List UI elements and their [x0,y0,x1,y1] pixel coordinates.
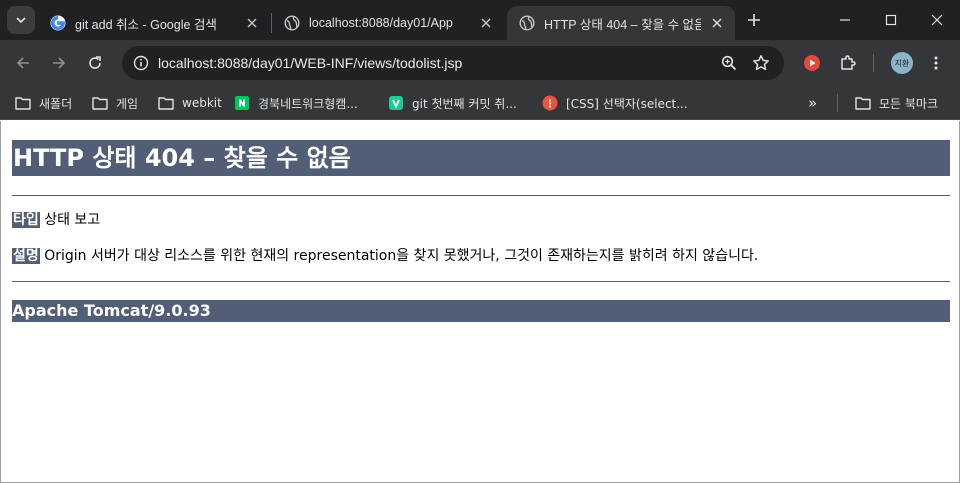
bookmark-folder[interactable]: 게임 [92,91,138,115]
star-icon[interactable] [751,53,771,73]
chevron-down-icon [16,17,26,24]
new-tab-button[interactable] [742,8,766,32]
bookmark-label: 모든 북마크 [879,96,939,111]
zoom-icon[interactable] [719,53,739,73]
extensions-button[interactable] [835,50,861,76]
address-bar[interactable]: localhost:8088/day01/WEB-INF/views/todol… [122,46,784,80]
description-value: Origin 서버가 대상 리소스를 위한 현재의 representation… [44,248,759,264]
close-icon[interactable] [478,15,494,31]
tab-title: localhost:8088/day01/App [309,16,453,30]
close-icon [931,14,943,26]
minimize-icon [840,19,850,21]
google-icon [50,15,66,31]
naver-icon [234,95,250,111]
minimize-button[interactable] [822,0,868,40]
type-row: 타입 상태 보고 [12,210,100,230]
maximize-icon [885,14,897,26]
reload-icon [89,56,101,69]
bookmark-label: 경북네트워크형캠... [258,96,358,111]
site-info-icon[interactable] [130,52,152,74]
bookmarks-overflow-button[interactable]: » [808,91,817,115]
tab-title: HTTP 상태 404 – 찾을 수 없음 [544,17,701,32]
arrow-left-icon [16,57,29,69]
description-row: 설명 Origin 서버가 대상 리소스를 위한 현재의 representat… [12,246,758,266]
bookmark-label: 게임 [116,96,139,111]
toolbar-divider [873,54,874,72]
globe-icon [519,15,535,31]
record-extension-icon [804,55,820,71]
folder-icon [15,95,31,111]
tab-search-button[interactable] [7,6,35,34]
url-text[interactable]: localhost:8088/day01/WEB-INF/views/todol… [158,46,462,80]
bookmark-folder[interactable]: webkit [158,91,222,115]
type-value: 상태 보고 [44,212,101,228]
velog-icon [388,95,404,111]
bookmark-link[interactable]: 경북네트워크형캠... [234,91,358,115]
bookmark-label: [CSS] 선택자(select... [566,96,688,111]
close-window-button[interactable] [914,0,960,40]
tab-google-search[interactable]: git add 취소 - Google 검색 [38,6,270,40]
maximize-button[interactable] [868,0,914,40]
bookmarks-divider [837,94,838,112]
bookmark-link[interactable]: git 첫번째 커밋 취... [388,91,517,115]
divider [12,195,950,196]
page-content: HTTP 상태 404 – 찾을 수 없음 타입 상태 보고 설명 Origin… [0,121,960,483]
globe-icon [284,15,300,31]
browser-toolbar: localhost:8088/day01/WEB-INF/views/todol… [0,40,960,86]
bookmark-label: 새폴더 [39,96,73,111]
server-footer: Apache Tomcat/9.0.93 [12,300,950,322]
more-vert-icon [934,56,938,70]
close-icon[interactable] [244,15,260,31]
tab-localhost-app[interactable]: localhost:8088/day01/App [272,6,504,40]
type-label: 타입 [12,212,40,228]
bookmarks-bar: 새폴더 게임 webkit 경북네트워크형캠... git 첫번째 커밋 취..… [0,86,960,120]
menu-button[interactable] [923,50,949,76]
puzzle-icon [841,55,856,70]
close-icon[interactable] [709,15,725,31]
bookmark-label: webkit [182,96,222,110]
forward-button[interactable] [45,49,73,77]
error-heading: HTTP 상태 404 – 찾을 수 없음 [12,140,950,176]
tab-http-404[interactable]: HTTP 상태 404 – 찾을 수 없음 [507,6,735,40]
folder-icon [92,95,108,111]
tistory-icon [542,95,558,111]
arrow-right-icon [53,57,66,69]
extension-record-button[interactable] [799,50,825,76]
divider [12,281,950,282]
reload-button[interactable] [81,49,109,77]
description-label: 설명 [12,248,40,264]
bookmark-label: git 첫번째 커밋 취... [412,96,517,111]
tab-title: git add 취소 - Google 검색 [75,17,217,32]
profile-avatar[interactable]: 지환 [891,52,913,74]
folder-icon [855,95,871,111]
bookmark-folder[interactable]: 새폴더 [15,91,72,115]
back-button[interactable] [9,49,37,77]
all-bookmarks-folder[interactable]: 모든 북마크 [855,91,938,115]
bookmark-link[interactable]: [CSS] 선택자(select... [542,91,688,115]
folder-icon [158,95,174,111]
plus-icon [748,14,760,26]
tab-strip: git add 취소 - Google 검색 localhost:8088/da… [0,0,960,40]
